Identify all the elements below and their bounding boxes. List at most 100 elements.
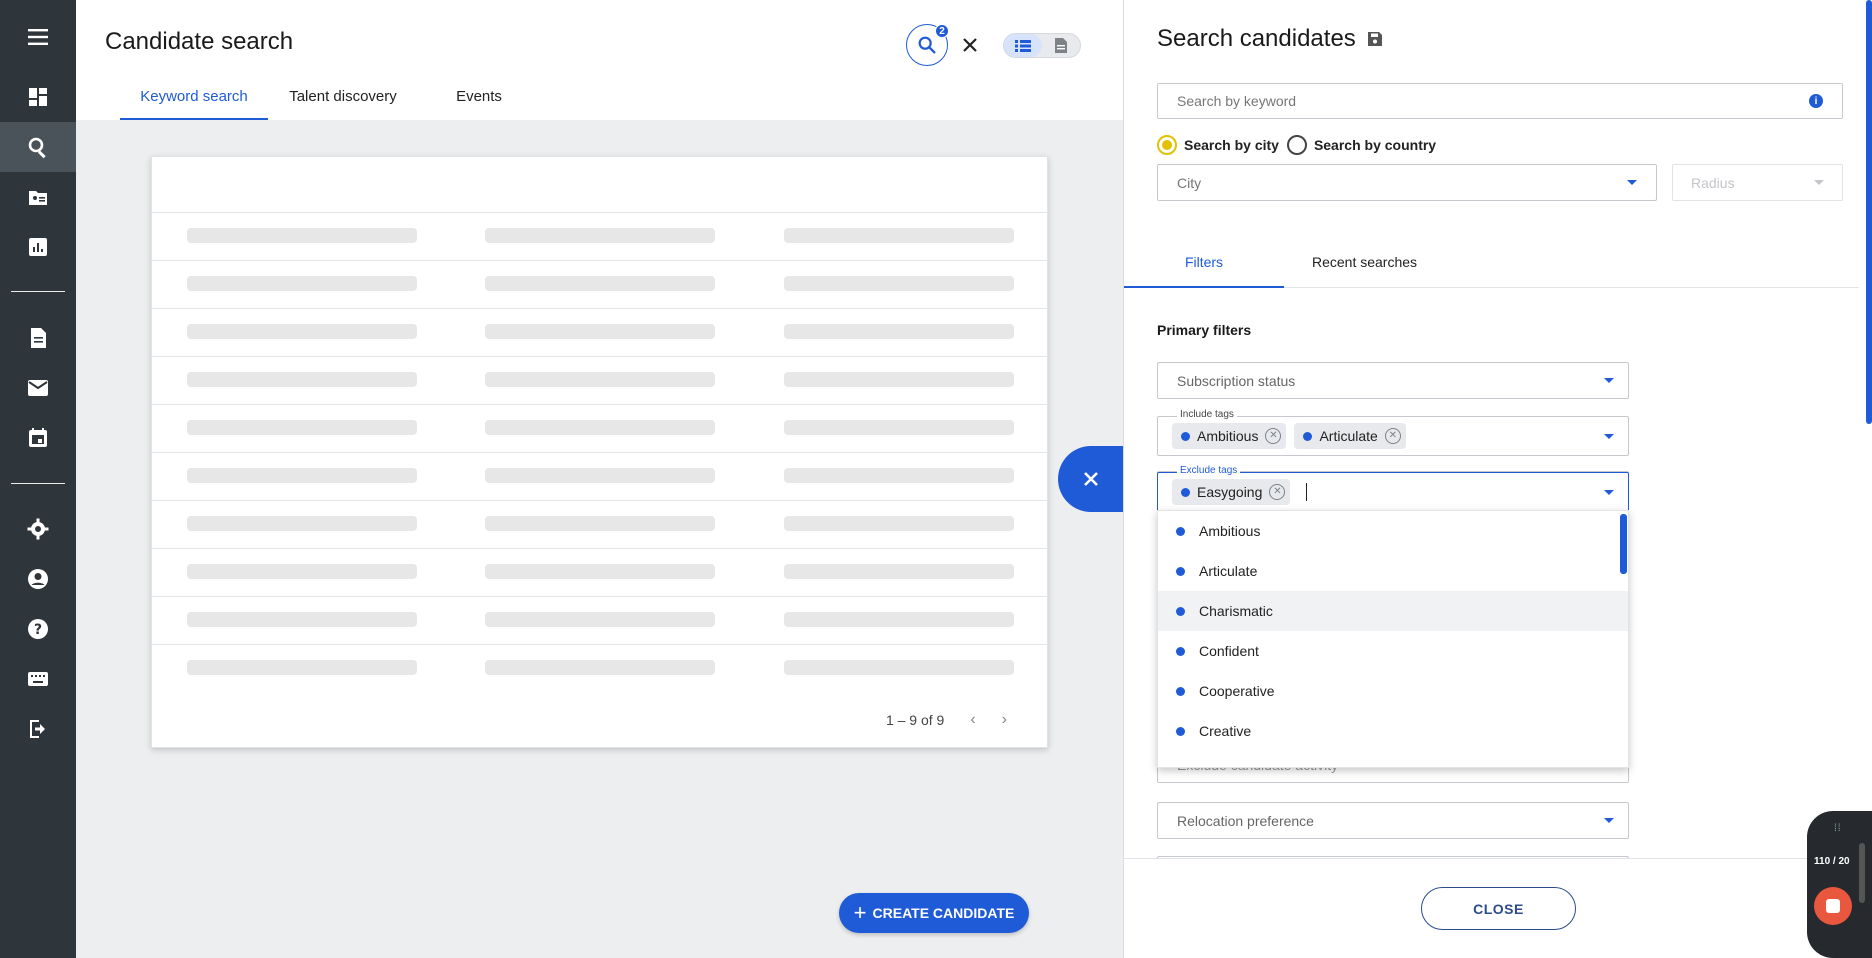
menu-icon[interactable] bbox=[0, 12, 76, 62]
panel-title-text: Search candidates bbox=[1157, 25, 1356, 52]
dropdown-option[interactable]: Confident bbox=[1158, 631, 1628, 671]
relocation-preference-select[interactable]: Relocation preference bbox=[1157, 802, 1629, 839]
mail-icon[interactable] bbox=[0, 363, 76, 413]
collapse-panel-button[interactable] bbox=[1058, 446, 1124, 512]
calendar-icon[interactable] bbox=[0, 413, 76, 463]
drag-handle-icon[interactable]: ⁞⁞ bbox=[1834, 823, 1842, 834]
radio-selected-icon bbox=[1157, 135, 1177, 155]
table-row[interactable] bbox=[152, 405, 1047, 453]
pagination: 1 – 9 of 9 ‹ › bbox=[886, 711, 1007, 729]
search-icon[interactable] bbox=[0, 122, 76, 172]
list-view-button[interactable] bbox=[1004, 34, 1042, 57]
panel-footer: CLOSE bbox=[1124, 858, 1859, 958]
reports-icon[interactable] bbox=[0, 222, 76, 272]
remove-tag-icon[interactable]: ✕ bbox=[1384, 428, 1401, 444]
recorder-widget: ⁞⁞ 110 / 20 bbox=[1807, 811, 1872, 958]
filter-count-badge: 2 bbox=[935, 24, 949, 38]
option-label: Creative bbox=[1199, 723, 1252, 739]
dropdown-option[interactable]: Articulate bbox=[1158, 551, 1628, 591]
table-row[interactable] bbox=[152, 453, 1047, 501]
radius-placeholder: Radius bbox=[1691, 174, 1735, 191]
tab-recent-searches[interactable]: Recent searches bbox=[1284, 246, 1445, 288]
nav-divider bbox=[11, 291, 65, 292]
primary-filters-heading: Primary filters bbox=[1157, 322, 1252, 338]
dropdown-scrollbar[interactable] bbox=[1620, 514, 1627, 574]
include-tags-select[interactable]: Include tags Ambitious ✕ Articulate ✕ bbox=[1157, 409, 1629, 456]
next-page-icon[interactable]: › bbox=[1002, 711, 1007, 729]
tab-keyword-search[interactable]: Keyword search bbox=[120, 84, 268, 120]
dashboard-icon[interactable] bbox=[0, 72, 76, 122]
chevron-down-icon bbox=[1604, 818, 1614, 823]
close-button[interactable]: CLOSE bbox=[1421, 887, 1576, 930]
tag-options-dropdown: Ambitious Articulate Charismatic Confide… bbox=[1157, 510, 1629, 768]
option-label: Charismatic bbox=[1199, 603, 1273, 619]
tag-chip: Easygoing ✕ bbox=[1172, 479, 1291, 505]
table-row[interactable] bbox=[152, 213, 1047, 261]
dropdown-option[interactable]: Cooperative bbox=[1158, 671, 1628, 711]
left-nav: ? bbox=[0, 0, 76, 958]
search-icon bbox=[918, 36, 936, 54]
account-icon[interactable] bbox=[0, 554, 76, 604]
radio-search-by-country[interactable]: Search by country bbox=[1286, 135, 1436, 155]
clear-search-button[interactable] bbox=[956, 31, 984, 59]
radio-search-by-city[interactable]: Search by city bbox=[1157, 135, 1279, 155]
info-icon[interactable]: i bbox=[1809, 94, 1823, 108]
remove-tag-icon[interactable]: ✕ bbox=[1269, 484, 1286, 500]
radio-unselected-icon bbox=[1286, 135, 1307, 155]
city-select[interactable]: City bbox=[1157, 164, 1657, 201]
create-candidate-button[interactable]: + CREATE CANDIDATE bbox=[839, 893, 1029, 933]
chevron-down-icon bbox=[1604, 489, 1614, 495]
table-row[interactable] bbox=[152, 549, 1047, 597]
table-row[interactable] bbox=[152, 357, 1047, 405]
subscription-status-placeholder: Subscription status bbox=[1177, 372, 1296, 389]
exclude-tags-select[interactable]: Exclude tags Easygoing ✕ bbox=[1157, 465, 1629, 512]
tab-talent-discovery[interactable]: Talent discovery bbox=[268, 84, 418, 120]
stop-recording-button[interactable] bbox=[1814, 887, 1852, 925]
dropdown-option[interactable]: Ambitious bbox=[1158, 511, 1628, 551]
save-icon[interactable] bbox=[1367, 32, 1382, 46]
table-row[interactable] bbox=[152, 261, 1047, 309]
page-header: Candidate search Keyword search Talent d… bbox=[76, 0, 1123, 120]
subscription-status-select[interactable]: Subscription status bbox=[1157, 362, 1629, 399]
tab-filters[interactable]: Filters bbox=[1124, 246, 1284, 288]
tag-dot-icon bbox=[1181, 431, 1190, 441]
recorder-scrollbar[interactable] bbox=[1859, 843, 1865, 903]
keyword-search-input[interactable]: Search by keyword i bbox=[1157, 83, 1843, 119]
chevron-down-icon bbox=[1604, 433, 1614, 439]
plus-icon: + bbox=[853, 900, 867, 925]
tag-chip-label: Easygoing bbox=[1197, 484, 1263, 500]
panel-tabs: Filters Recent searches bbox=[1124, 246, 1859, 288]
dropdown-option[interactable]: Creative bbox=[1158, 711, 1628, 751]
prev-page-icon[interactable]: ‹ bbox=[970, 711, 975, 729]
radius-select: Radius bbox=[1672, 164, 1843, 201]
tag-dot-icon bbox=[1176, 686, 1185, 696]
option-label: Articulate bbox=[1199, 563, 1258, 579]
candidates-icon[interactable] bbox=[0, 172, 76, 222]
remove-tag-icon[interactable]: ✕ bbox=[1265, 428, 1282, 444]
tag-chip-label: Ambitious bbox=[1197, 428, 1259, 444]
keyboard-icon[interactable] bbox=[0, 654, 76, 704]
document-view-button[interactable] bbox=[1042, 34, 1080, 57]
pagination-range: 1 – 9 of 9 bbox=[885, 712, 945, 728]
close-icon bbox=[1084, 472, 1098, 486]
search-panel: Search candidates Search by keyword i Se… bbox=[1123, 0, 1872, 958]
tab-events[interactable]: Events bbox=[418, 84, 540, 120]
help-icon[interactable]: ? bbox=[0, 604, 76, 654]
table-row[interactable] bbox=[152, 645, 1047, 693]
document-icon[interactable] bbox=[0, 313, 76, 363]
results-table: 1 – 9 of 9 ‹ › bbox=[151, 156, 1048, 748]
chevron-down-icon bbox=[1604, 378, 1614, 383]
table-row[interactable] bbox=[152, 501, 1047, 549]
dropdown-option[interactable]: Charismatic bbox=[1158, 591, 1628, 631]
main-area: Candidate search Keyword search Talent d… bbox=[76, 0, 1123, 958]
logout-icon[interactable] bbox=[0, 704, 76, 754]
settings-icon[interactable] bbox=[0, 504, 76, 554]
option-label: Ambitious bbox=[1199, 523, 1261, 539]
nav-divider bbox=[11, 483, 65, 484]
panel-scrollbar[interactable] bbox=[1865, 0, 1872, 424]
recorder-count: 110 / 20 bbox=[1814, 856, 1850, 867]
table-row[interactable] bbox=[152, 597, 1047, 645]
table-row[interactable] bbox=[152, 309, 1047, 357]
create-candidate-label: CREATE CANDIDATE bbox=[872, 905, 1015, 921]
relocation-preference-placeholder: Relocation preference bbox=[1177, 812, 1314, 829]
